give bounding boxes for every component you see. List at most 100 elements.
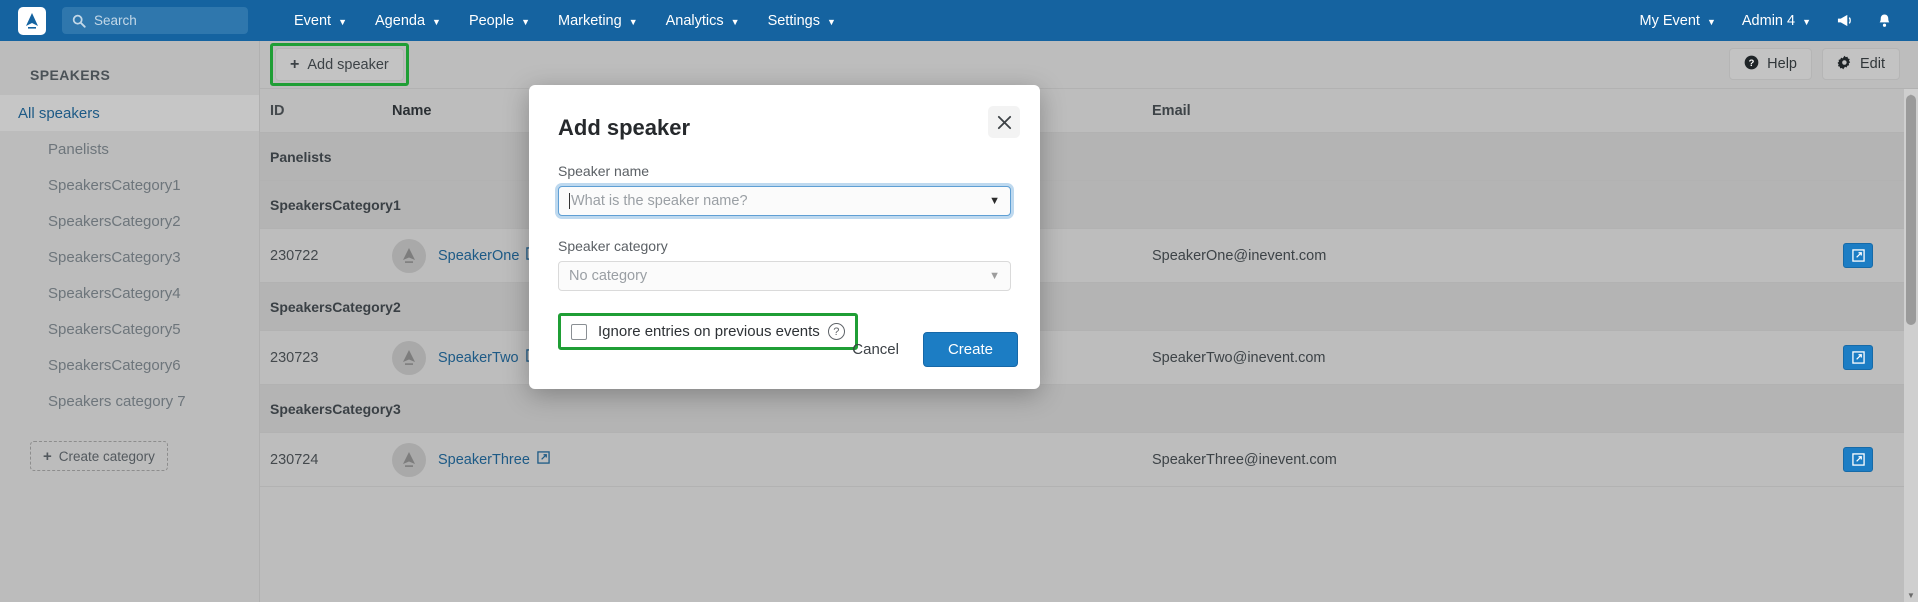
- sidebar-item-label: SpeakersCategory5: [48, 320, 181, 338]
- nav-item-marketing[interactable]: Marketing ▼: [544, 0, 652, 41]
- sidebar-item-label: SpeakersCategory6: [48, 356, 181, 374]
- nav-right-group: My Event ▼ Admin 4 ▼: [1627, 0, 1918, 41]
- chevron-down-icon: ▼: [826, 16, 836, 27]
- cell-actions: [1798, 243, 1918, 268]
- cell-actions: [1798, 447, 1918, 472]
- chevron-down-icon[interactable]: ▼: [989, 270, 1000, 282]
- table-group-row: SpeakersCategory2: [260, 283, 1918, 331]
- bell-icon[interactable]: [1864, 0, 1904, 41]
- group-label: Panelists: [270, 148, 332, 165]
- ignore-entries-checkbox[interactable]: [571, 323, 587, 340]
- nav-item-agenda[interactable]: Agenda ▼: [361, 0, 455, 41]
- admin-menu[interactable]: Admin 4 ▼: [1729, 0, 1824, 41]
- cell-id: 230723: [270, 349, 319, 366]
- search-box[interactable]: [62, 7, 248, 34]
- sidebar-item-label: SpeakersCategory1: [48, 176, 181, 194]
- speaker-category-select[interactable]: No category ▼: [558, 261, 1011, 291]
- add-speaker-modal: Add speaker Speaker name What is the spe…: [529, 85, 1040, 389]
- chevron-down-icon: ▼: [1802, 16, 1811, 27]
- cell-id: 230724: [270, 451, 319, 468]
- chevron-down-icon: ▼: [1706, 16, 1716, 27]
- sidebar-item-label: SpeakersCategory4: [48, 284, 181, 302]
- content-toolbar: + Add speaker ? Help Edit: [260, 41, 1918, 89]
- speaker-name-link[interactable]: SpeakerThree: [438, 451, 550, 468]
- chevron-down-icon: ▼: [338, 16, 348, 27]
- help-button[interactable]: ? Help: [1729, 48, 1812, 80]
- sidebar-item-speakerscategory4[interactable]: SpeakersCategory4: [0, 275, 259, 311]
- table-row[interactable]: 230723 SpeakerTwo SpeakerTwo@inevent.com: [260, 331, 1918, 385]
- speakers-table: ID Name Email Panelists SpeakersCategory…: [260, 89, 1918, 487]
- table-header-row: ID Name Email: [260, 89, 1918, 133]
- speaker-name-text: SpeakerTwo: [438, 349, 519, 366]
- sidebar-item-speakerscategory5[interactable]: SpeakersCategory5: [0, 311, 259, 347]
- speaker-name-label: Speaker name: [558, 163, 650, 179]
- table-group-row: Panelists: [260, 133, 1918, 181]
- modal-actions: Cancel Create: [838, 332, 1018, 367]
- table-row[interactable]: 230724 SpeakerThree SpeakerThree@inevent…: [260, 433, 1918, 487]
- chevron-down-icon: ▼: [432, 16, 441, 27]
- sidebar: SPEAKERS All speakers Panelists Speakers…: [0, 41, 260, 602]
- group-label: SpeakersCategory3: [270, 400, 401, 417]
- nav-item-people[interactable]: People ▼: [455, 0, 544, 41]
- group-label: SpeakersCategory1: [270, 196, 401, 213]
- sidebar-item-speakerscategory1[interactable]: SpeakersCategory1: [0, 167, 259, 203]
- row-open-button[interactable]: [1843, 447, 1873, 472]
- chevron-down-icon[interactable]: ▼: [989, 195, 1000, 207]
- table-row[interactable]: 230722 SpeakerOne SpeakerOne@inevent.com: [260, 229, 1918, 283]
- avatar: [392, 340, 426, 375]
- search-input[interactable]: [94, 13, 234, 28]
- nav-item-analytics[interactable]: Analytics ▼: [652, 0, 754, 41]
- chevron-down-icon: ▼: [730, 16, 740, 27]
- vertical-scrollbar[interactable]: ▲ ▼: [1904, 89, 1918, 602]
- inevent-logo-icon[interactable]: [18, 6, 46, 35]
- sidebar-item-label: Speakers category 7: [48, 392, 186, 410]
- row-open-button[interactable]: [1843, 345, 1873, 370]
- help-circle-icon: ?: [1744, 55, 1759, 74]
- speaker-category-label: Speaker category: [558, 238, 668, 254]
- nav-item-event-label: Event: [294, 12, 332, 29]
- row-open-button[interactable]: [1843, 243, 1873, 268]
- nav-item-people-label: People: [468, 12, 515, 29]
- cell-email: SpeakerThree@inevent.com: [1152, 451, 1337, 468]
- admin-label: Admin 4: [1741, 12, 1796, 29]
- create-button[interactable]: Create: [922, 332, 1018, 367]
- sidebar-item-speakerscategory6[interactable]: SpeakersCategory6: [0, 347, 259, 383]
- scroll-down-arrow-icon[interactable]: ▼: [1904, 588, 1918, 602]
- add-speaker-button[interactable]: + Add speaker: [275, 48, 404, 81]
- sidebar-item-speakerscategory3[interactable]: SpeakersCategory3: [0, 239, 259, 275]
- nav-item-settings-label: Settings: [767, 12, 820, 29]
- create-category-button[interactable]: + Create category: [30, 441, 168, 471]
- nav-item-marketing-label: Marketing: [558, 12, 622, 29]
- nav-item-settings[interactable]: Settings ▼: [754, 0, 850, 41]
- sidebar-item-speakerscategory2[interactable]: SpeakersCategory2: [0, 203, 259, 239]
- speaker-name-input[interactable]: What is the speaker name? ▼: [558, 186, 1011, 216]
- scrollbar-thumb[interactable]: [1906, 95, 1916, 325]
- speaker-name-text: SpeakerThree: [438, 451, 530, 468]
- edit-button[interactable]: Edit: [1822, 48, 1900, 80]
- svg-text:?: ?: [1749, 57, 1755, 67]
- my-event-menu[interactable]: My Event ▼: [1627, 0, 1729, 41]
- cell-name: SpeakerThree: [392, 442, 1112, 477]
- sidebar-item-speakers-category-7[interactable]: Speakers category 7: [0, 383, 259, 419]
- speaker-name-link[interactable]: SpeakerTwo: [438, 349, 539, 366]
- modal-title: Add speaker: [558, 115, 691, 140]
- cancel-button[interactable]: Cancel: [838, 334, 913, 365]
- cell-id: 230722: [270, 247, 319, 264]
- speaker-name-link[interactable]: SpeakerOne: [438, 247, 540, 264]
- sidebar-item-all-speakers-label: All speakers: [18, 104, 100, 122]
- nav-item-analytics-label: Analytics: [665, 12, 724, 29]
- column-header-id: ID: [270, 102, 285, 119]
- main-content: + Add speaker ? Help Edit ID Name Email …: [260, 41, 1918, 602]
- gear-icon: [1837, 55, 1852, 74]
- sidebar-item-all-speakers[interactable]: All speakers: [0, 95, 259, 131]
- nav-item-event[interactable]: Event ▼: [280, 0, 361, 41]
- cell-actions: [1798, 345, 1918, 370]
- plus-icon: +: [43, 447, 52, 465]
- close-icon[interactable]: [988, 106, 1020, 138]
- sidebar-item-panelists[interactable]: Panelists: [0, 131, 259, 167]
- megaphone-icon[interactable]: [1824, 0, 1864, 41]
- ignore-entries-highlight: Ignore entries on previous events ?: [558, 313, 858, 350]
- avatar: [392, 238, 426, 273]
- sidebar-item-label: SpeakersCategory2: [48, 212, 181, 230]
- external-link-icon: [537, 451, 550, 468]
